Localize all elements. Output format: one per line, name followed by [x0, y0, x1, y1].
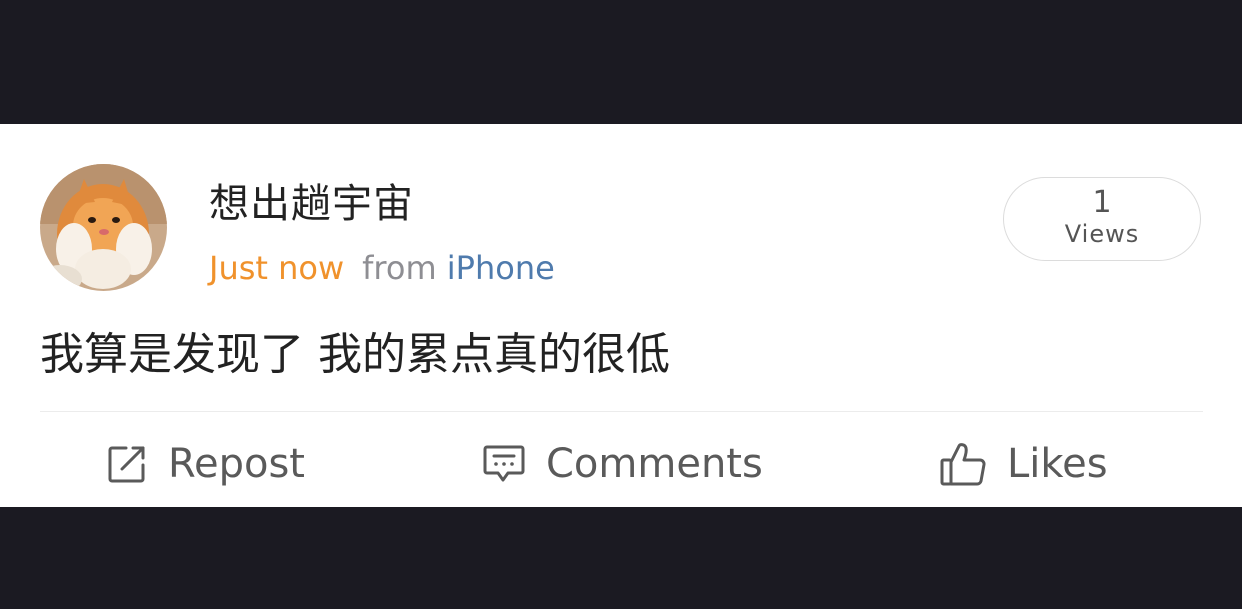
cat-avatar-image [40, 164, 167, 291]
device-source[interactable]: iPhone [447, 249, 555, 287]
post-card: 想出趟宇宙 Just now from iPhone 1 Views 我算是发现了… [0, 124, 1242, 507]
likes-button[interactable]: Likes [939, 436, 1108, 492]
repost-label: Repost [168, 441, 305, 487]
post-meta: Just now from iPhone [209, 248, 555, 288]
divider [40, 411, 1203, 412]
post-time: Just now [209, 249, 345, 287]
top-dark-band [0, 0, 1242, 124]
username[interactable]: 想出趟宇宙 [209, 180, 414, 228]
comments-label: Comments [546, 441, 763, 487]
likes-label: Likes [1007, 441, 1108, 487]
post-content: 我算是发现了 我的累点真的很低 [40, 329, 670, 380]
repost-button[interactable]: Repost [106, 436, 305, 492]
edit-square-icon [106, 443, 148, 485]
bottom-dark-band [0, 507, 1242, 609]
views-badge: 1 Views [1003, 177, 1201, 261]
from-label: from [362, 249, 437, 287]
thumbs-up-icon [939, 441, 987, 487]
comments-button[interactable]: Comments [482, 436, 763, 492]
comment-bubble-icon [482, 443, 526, 485]
watermark-shadow [515, 560, 725, 590]
views-label: Views [1064, 220, 1140, 248]
views-count: 1 [1092, 185, 1112, 220]
avatar[interactable] [40, 164, 167, 291]
